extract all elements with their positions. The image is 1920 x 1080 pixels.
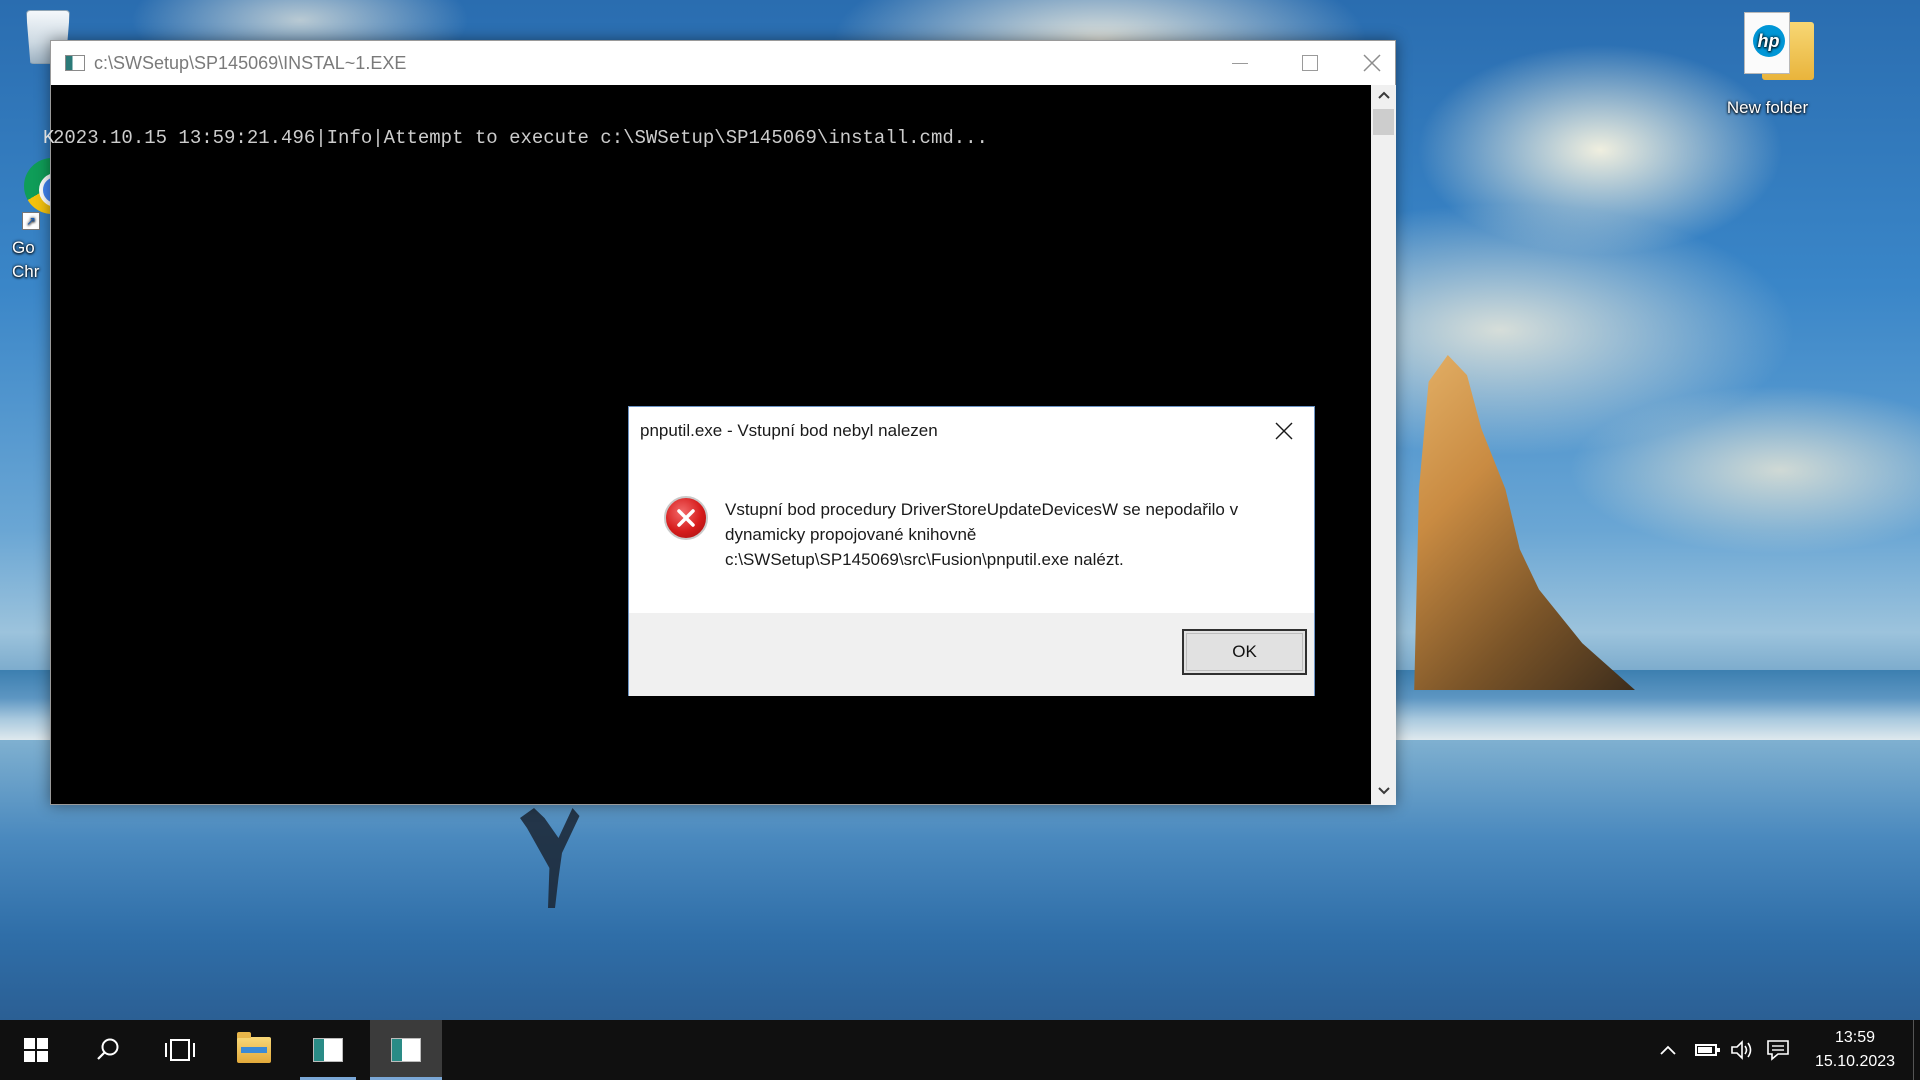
windows-logo-icon	[24, 1038, 48, 1062]
battery-button[interactable]	[1688, 1020, 1724, 1080]
show-hidden-icons-button[interactable]	[1650, 1020, 1686, 1080]
action-center-button[interactable]	[1758, 1020, 1798, 1080]
console-scrollbar[interactable]	[1371, 85, 1396, 805]
error-x-icon	[677, 509, 695, 527]
error-dialog[interactable]: pnputil.exe - Vstupní bod nebyl nalezen …	[628, 406, 1315, 696]
search-button[interactable]	[72, 1020, 144, 1080]
dialog-message-line: c:\SWSetup\SP145069\src\Fusion\pnputil.e…	[725, 550, 1124, 569]
hp-document-icon: hp	[1743, 12, 1790, 74]
speaker-icon	[1731, 1040, 1752, 1060]
close-icon	[1275, 422, 1293, 440]
error-icon	[664, 496, 708, 540]
close-icon	[1363, 54, 1381, 72]
start-button[interactable]	[0, 1020, 72, 1080]
file-explorer-icon	[237, 1032, 271, 1063]
desktop-icon-label: New folder	[1726, 98, 1809, 117]
hp-logo-icon: hp	[1752, 25, 1785, 57]
scroll-up-button[interactable]	[1371, 85, 1396, 109]
task-view-icon	[165, 1039, 195, 1061]
console-app-icon	[65, 55, 85, 71]
battery-icon	[1695, 1044, 1720, 1056]
dialog-title: pnputil.exe - Vstupní bod nebyl nalezen	[640, 421, 938, 440]
clock-date: 15.10.2023	[1814, 1053, 1896, 1070]
ok-button[interactable]: OK	[1182, 629, 1307, 675]
desktop-folder-new-folder[interactable]: hp New folder	[1700, 10, 1835, 118]
file-explorer-button[interactable]	[218, 1020, 290, 1080]
console-app-icon	[313, 1038, 343, 1062]
search-icon	[97, 1038, 119, 1060]
scroll-down-button[interactable]	[1371, 781, 1396, 805]
minimize-button[interactable]	[1205, 41, 1275, 85]
close-button[interactable]	[1337, 41, 1407, 85]
task-view-button[interactable]	[144, 1020, 216, 1080]
wallpaper-cliff	[1414, 355, 1635, 690]
minimize-icon	[1232, 62, 1248, 64]
console-titlebar[interactable]: c:\SWSetup\SP145069\INSTAL~1.EXE	[51, 41, 1395, 85]
chevron-up-icon	[1377, 91, 1390, 99]
volume-button[interactable]	[1724, 1020, 1760, 1080]
console-log-line: 2023.10.15 13:59:21.496|Info|Attempt to …	[53, 127, 988, 149]
taskbar-console-button[interactable]	[292, 1020, 364, 1080]
dialog-message: Vstupní bod procedury DriverStoreUpdateD…	[725, 497, 1285, 572]
scroll-thumb[interactable]	[1373, 109, 1394, 135]
shortcut-arrow-icon: ↗	[22, 212, 40, 230]
console-app-icon	[391, 1038, 421, 1062]
chevron-down-icon	[1377, 787, 1390, 795]
clock-time: 13:59	[1834, 1029, 1876, 1046]
maximize-button[interactable]	[1275, 41, 1345, 85]
taskbar-console-button-active[interactable]	[370, 1020, 442, 1080]
dialog-message-line: Vstupní bod procedury DriverStoreUpdateD…	[725, 500, 1239, 519]
console-title: c:\SWSetup\SP145069\INSTAL~1.EXE	[94, 52, 407, 73]
notification-icon	[1767, 1040, 1789, 1061]
chevron-up-icon	[1660, 1045, 1676, 1055]
maximize-icon	[1302, 55, 1318, 71]
taskbar: 13:59 15.10.2023	[0, 1020, 1920, 1080]
show-desktop-button[interactable]	[1913, 1020, 1920, 1080]
dialog-close-button[interactable]	[1261, 413, 1307, 449]
clock-button[interactable]: 13:59 15.10.2023	[1800, 1020, 1910, 1080]
dialog-message-line: dynamicky propojované knihovně	[725, 525, 977, 544]
